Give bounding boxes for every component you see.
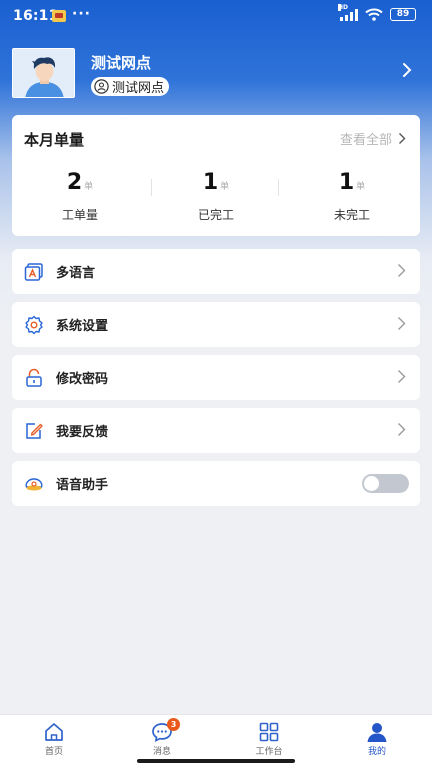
status-indicators: HD 89 [338,3,416,21]
toggle-knob [364,476,379,491]
status-more-dots: ··· [72,6,91,22]
tab-label: 首页 [44,747,63,757]
menu-item-voice-assistant: 语音助手 [12,461,420,506]
profile-tag: 测试网点 [91,77,170,96]
view-all-label: 查看全部 [339,133,392,148]
chevron-right-icon [399,133,406,144]
stat-total-orders[interactable]: 2 单 工单量 [12,170,148,223]
chevron-right-icon [398,370,406,383]
language-icon [24,263,43,281]
wifi-icon [365,8,383,21]
tab-messages[interactable]: 3 消息 [122,718,202,757]
voice-assistant-icon [25,478,43,491]
network-badge: HD [338,3,349,11]
menu-item-change-password[interactable]: 修改密码 [12,355,420,400]
menu-item-language[interactable]: 多语言 [12,249,420,294]
feedback-edit-icon [26,423,43,439]
menu-label: 语音助手 [56,478,109,493]
lock-icon [26,368,42,387]
stat-value: 1 [202,170,219,195]
monthly-orders-title: 本月单量 [24,131,85,149]
menu-label: 修改密码 [56,372,109,387]
stat-unit: 单 [84,182,94,192]
profile-name: 测试网点 [91,54,152,72]
chevron-right-icon[interactable] [402,62,412,78]
menu-label: 多语言 [56,266,96,281]
menu-label: 我要反馈 [56,425,109,440]
stat-divider [278,179,279,196]
tab-label: 工作台 [255,747,283,757]
chevron-right-icon [398,423,406,436]
user-avatar-icon [12,48,75,98]
home-indicator[interactable] [137,759,295,763]
tab-label: 消息 [152,747,171,757]
stat-uncompleted[interactable]: 1 单 未完工 [284,170,420,223]
monthly-orders-card: 本月单量 查看全部 2 单 工单量 1 单 已完工 1 单 未完工 [12,115,420,236]
menu-label: 系统设置 [56,319,109,334]
stat-value: 1 [338,170,355,195]
battery-indicator: 89 [390,8,416,21]
profile-tag-label: 测试网点 [112,81,165,96]
stat-label: 已完工 [197,208,234,222]
profile-header[interactable]: 测试网点 测试网点 [12,48,420,100]
tab-home[interactable]: 首页 [14,721,94,757]
notification-app-icon [52,10,66,22]
home-icon [45,723,63,741]
profile-icon [367,723,387,742]
voice-assistant-toggle[interactable] [362,474,409,493]
tab-profile[interactable]: 我的 [337,721,417,757]
chevron-right-icon [398,264,406,277]
settings-gear-icon [25,315,43,335]
cellular-signal-icon: HD [338,3,358,21]
workbench-grid-icon [259,722,279,742]
tab-workbench[interactable]: 工作台 [229,721,309,757]
stat-completed[interactable]: 1 单 已完工 [148,170,284,223]
menu-item-feedback[interactable]: 我要反馈 [12,408,420,453]
view-all-link[interactable]: 查看全部 [340,129,406,148]
stat-unit: 单 [356,182,366,192]
status-bar: 16:11 ··· HD 89 [0,0,432,34]
tab-label: 我的 [367,747,386,757]
message-badge: 3 [167,718,180,731]
chevron-right-icon [398,317,406,330]
stat-label: 工单量 [61,208,98,222]
menu-item-settings[interactable]: 系统设置 [12,302,420,347]
user-outline-icon [94,79,109,94]
stat-unit: 单 [220,182,230,192]
stat-label: 未完工 [333,208,370,222]
stat-value: 2 [66,170,83,195]
